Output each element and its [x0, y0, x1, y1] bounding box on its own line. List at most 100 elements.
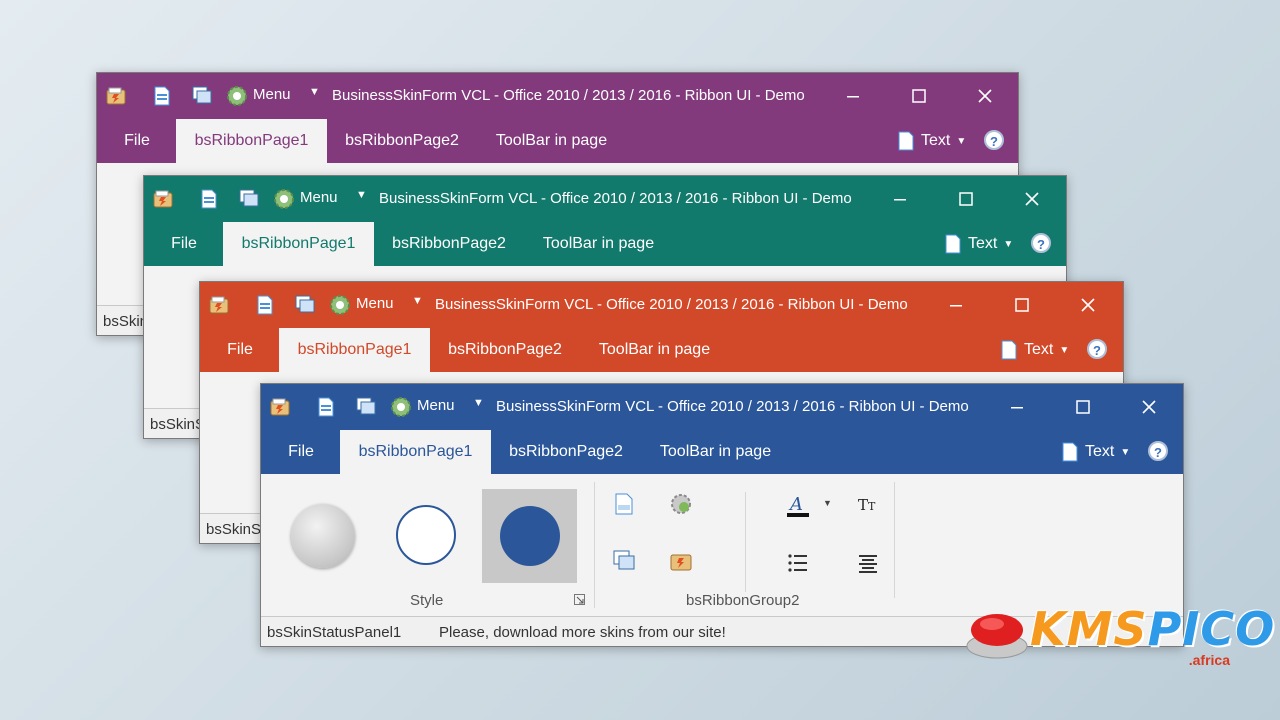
- window-title: BusinessSkinForm VCL - Office 2010 / 201…: [379, 190, 852, 207]
- menu-button[interactable]: Menu: [253, 86, 291, 103]
- help-icon[interactable]: ?: [984, 130, 1004, 150]
- style-blue-button[interactable]: [482, 489, 577, 583]
- tab-file[interactable]: File: [154, 222, 214, 266]
- gear-icon[interactable]: [669, 492, 693, 516]
- close-button[interactable]: [965, 81, 1005, 111]
- font-color-icon[interactable]: A: [786, 492, 810, 517]
- tab-toolbar[interactable]: ToolBar in page: [536, 222, 661, 266]
- app-icon[interactable]: [669, 549, 693, 573]
- gear-icon[interactable]: [225, 84, 249, 108]
- app-icon[interactable]: [152, 188, 174, 210]
- menu-button[interactable]: Menu: [300, 189, 338, 206]
- title-bar: Menu ▼ BusinessSkinForm VCL - Office 201…: [200, 282, 1123, 328]
- font-size-icon[interactable]: TT: [857, 494, 881, 518]
- ribbon-tabs: File bsRibbonPage1 bsRibbonPage2 ToolBar…: [144, 222, 1066, 266]
- font-color-dropdown[interactable]: ▼: [823, 498, 832, 508]
- ribbon-tabs: File bsRibbonPage1 bsRibbonPage2 ToolBar…: [97, 119, 1018, 163]
- tab-page1[interactable]: bsRibbonPage1: [340, 430, 491, 474]
- group-separator: [594, 482, 595, 608]
- new-document-icon[interactable]: [612, 492, 636, 516]
- status-message: Please, download more skins from our sit…: [439, 624, 726, 641]
- close-button[interactable]: [1068, 290, 1108, 320]
- tab-page1[interactable]: bsRibbonPage1: [176, 119, 327, 163]
- window-title: BusinessSkinForm VCL - Office 2010 / 201…: [435, 296, 908, 313]
- title-bar: Menu ▼ BusinessSkinForm VCL - Office 201…: [97, 73, 1018, 119]
- dialog-launcher-icon[interactable]: [574, 594, 586, 606]
- help-icon[interactable]: ?: [1031, 233, 1051, 253]
- tab-page2[interactable]: bsRibbonPage2: [384, 222, 514, 266]
- maximize-button[interactable]: [1063, 392, 1103, 422]
- caret-down-icon[interactable]: ▼: [356, 189, 367, 201]
- maximize-button[interactable]: [1002, 290, 1042, 320]
- document-icon: [1062, 442, 1078, 462]
- style-blue-circle: [500, 506, 560, 566]
- red-button-icon: [966, 614, 1028, 659]
- group2-label: bsRibbonGroup2: [686, 592, 800, 609]
- menu-button[interactable]: Menu: [356, 295, 394, 312]
- minimize-button[interactable]: [997, 392, 1037, 422]
- help-icon[interactable]: ?: [1148, 441, 1168, 461]
- app-icon[interactable]: [105, 85, 127, 107]
- text-dropdown[interactable]: Text ▼: [897, 131, 966, 151]
- tab-toolbar[interactable]: ToolBar in page: [592, 328, 717, 372]
- copy-windows-icon[interactable]: [355, 396, 377, 418]
- svg-text:T: T: [858, 496, 868, 514]
- minimize-button[interactable]: [833, 81, 873, 111]
- document-icon: [898, 131, 914, 151]
- tab-page1[interactable]: bsRibbonPage1: [223, 222, 374, 266]
- menu-button[interactable]: Menu: [417, 397, 455, 414]
- style-gray-button[interactable]: [291, 504, 355, 568]
- close-button[interactable]: [1129, 392, 1169, 422]
- close-button[interactable]: [1012, 184, 1052, 214]
- tab-file[interactable]: File: [107, 119, 167, 163]
- new-document-icon[interactable]: [151, 85, 173, 107]
- gear-icon[interactable]: [272, 187, 296, 211]
- document-icon: [1001, 340, 1017, 360]
- app-icon[interactable]: [208, 294, 230, 316]
- new-document-icon[interactable]: [315, 396, 337, 418]
- maximize-button[interactable]: [899, 81, 939, 111]
- gear-icon[interactable]: [389, 395, 413, 419]
- help-icon[interactable]: ?: [1087, 339, 1107, 359]
- caret-down-icon[interactable]: ▼: [309, 86, 320, 98]
- align-center-icon[interactable]: [857, 551, 881, 575]
- text-dropdown[interactable]: Text ▼: [1061, 442, 1130, 462]
- tab-page1[interactable]: bsRibbonPage1: [279, 328, 430, 372]
- app-icon[interactable]: [269, 396, 291, 418]
- title-bar: Menu ▼ BusinessSkinForm VCL - Office 201…: [144, 176, 1066, 222]
- tab-toolbar[interactable]: ToolBar in page: [653, 430, 778, 474]
- tab-file[interactable]: File: [271, 430, 331, 474]
- status-panel: bsSkinStatusPanel1: [267, 624, 402, 641]
- tab-page2[interactable]: bsRibbonPage2: [337, 119, 467, 163]
- group-separator: [745, 492, 746, 592]
- window-title: BusinessSkinForm VCL - Office 2010 / 201…: [332, 87, 805, 104]
- group-style-label: Style: [410, 592, 444, 609]
- caret-down-icon[interactable]: ▼: [412, 295, 423, 307]
- maximize-button[interactable]: [946, 184, 986, 214]
- ribbon-tabs: File bsRibbonPage1 bsRibbonPage2 ToolBar…: [200, 328, 1123, 372]
- gear-icon[interactable]: [328, 293, 352, 317]
- svg-text:A: A: [788, 494, 803, 515]
- copy-windows-icon[interactable]: [238, 188, 260, 210]
- group-separator: [894, 482, 895, 598]
- minimize-button[interactable]: [880, 184, 920, 214]
- bullet-list-icon[interactable]: [786, 551, 810, 575]
- style-white-button[interactable]: [396, 505, 456, 565]
- new-document-icon[interactable]: [198, 188, 220, 210]
- kmspico-logo: KMSPICO .africa: [966, 600, 1274, 680]
- document-icon: [945, 234, 961, 254]
- copy-windows-icon[interactable]: [294, 294, 316, 316]
- copy-windows-icon[interactable]: [612, 549, 636, 573]
- copy-windows-icon[interactable]: [191, 85, 213, 107]
- caret-down-icon[interactable]: ▼: [473, 397, 484, 409]
- text-dropdown[interactable]: Text ▼: [944, 234, 1013, 254]
- new-document-icon[interactable]: [254, 294, 276, 316]
- svg-text:T: T: [868, 500, 876, 513]
- logo-text: KMSPICO: [1030, 602, 1276, 656]
- tab-page2[interactable]: bsRibbonPage2: [501, 430, 631, 474]
- minimize-button[interactable]: [936, 290, 976, 320]
- text-dropdown[interactable]: Text ▼: [1000, 340, 1069, 360]
- tab-file[interactable]: File: [210, 328, 270, 372]
- tab-toolbar[interactable]: ToolBar in page: [489, 119, 614, 163]
- tab-page2[interactable]: bsRibbonPage2: [440, 328, 570, 372]
